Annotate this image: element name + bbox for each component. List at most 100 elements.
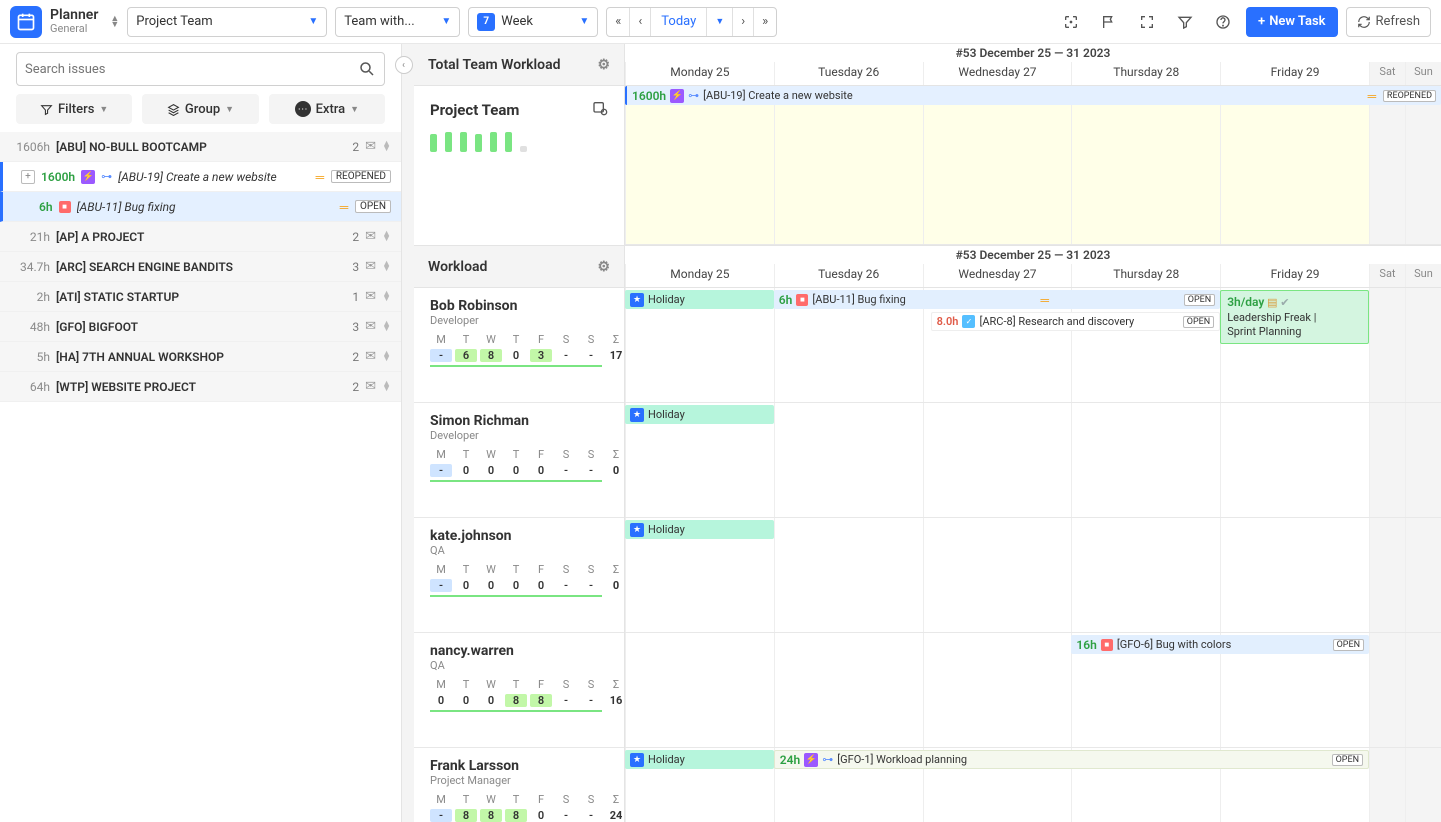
nav-today[interactable]: Today	[651, 8, 707, 36]
sort-icon[interactable]: ▲▼	[382, 262, 391, 272]
nav-fast-back[interactable]: «	[607, 8, 630, 36]
task-abu-11[interactable]: 6h ■ [ABU-11] Bug fixing ═ OPEN	[774, 290, 1220, 309]
task-abu-19[interactable]: 1600h ⚡ ⊶ [ABU-19] Create a new website …	[625, 86, 1441, 105]
holiday-bar[interactable]: ★ Holiday	[625, 405, 774, 424]
workload-bar	[520, 146, 527, 152]
project-count: 2	[352, 230, 359, 244]
filters-button[interactable]: Filters▼	[16, 94, 132, 124]
project-row[interactable]: 48h [GFO] BIGFOOT 3 ✉ ▲▼	[0, 312, 401, 342]
section-workload-header: Workload ⚙	[414, 246, 624, 288]
day-header: T	[455, 678, 477, 691]
day-header: T	[455, 793, 477, 806]
holiday-bar[interactable]: ★ Holiday	[625, 520, 774, 539]
day-value: -	[555, 349, 577, 362]
epic-icon: ⚡	[670, 89, 684, 103]
project-name: [ARC] SEARCH ENGINE BANDITS	[56, 260, 346, 274]
day-header: T	[455, 448, 477, 461]
focus-icon[interactable]	[1056, 7, 1086, 37]
day-header: M	[430, 563, 452, 576]
project-name: [ATI] STATIC STARTUP	[56, 290, 346, 304]
extra-button[interactable]: ⋯ Extra▼	[269, 94, 385, 124]
nav-fast-forward[interactable]: »	[754, 8, 776, 36]
task-gfo-1[interactable]: 24h ⚡ ⊶ [GFO-1] Workload planning OPEN	[774, 750, 1369, 769]
gear-icon[interactable]: ⚙	[597, 57, 610, 73]
day-value: -	[430, 464, 452, 477]
holiday-label: Holiday	[648, 408, 685, 421]
search-box[interactable]	[16, 52, 385, 86]
task-arc-8[interactable]: 8.0h ✓ [ARC-8] Research and discovery OP…	[931, 312, 1221, 331]
task-type-icon: ✓	[962, 315, 975, 328]
task-gfo-6[interactable]: 16h ■ [GFO-6] Bug with colors OPEN	[1071, 635, 1369, 654]
day-value: -	[430, 809, 452, 822]
gear-icon[interactable]: ⚙	[597, 259, 610, 275]
day-value: 0	[455, 694, 477, 707]
inbox-icon[interactable]: ✉	[365, 349, 376, 364]
day-value: 8	[505, 809, 527, 822]
day-value: 6	[455, 349, 477, 362]
workload-bar	[460, 132, 467, 152]
person-row: Bob Robinson Developer MTWTFSSΣ-6803--17	[414, 288, 624, 403]
workload-bar	[445, 132, 452, 152]
issue-row-selected[interactable]: 6h ■ [ABU-11] Bug fixing ═ OPEN	[0, 192, 401, 222]
sort-icon[interactable]: ▲▼	[382, 352, 391, 362]
fullscreen-icon[interactable]	[1132, 7, 1162, 37]
inbox-icon[interactable]: ✉	[365, 289, 376, 304]
calendar-settings-icon[interactable]	[592, 100, 608, 120]
refresh-button[interactable]: Refresh	[1346, 7, 1431, 37]
project-hours: 2h	[10, 290, 50, 304]
day-header: S	[555, 448, 577, 461]
filter-icon[interactable]	[1170, 7, 1200, 37]
sort-icon[interactable]: ▲▼	[382, 322, 391, 332]
inbox-icon[interactable]: ✉	[365, 259, 376, 274]
chevron-left-icon: ‹	[395, 56, 413, 74]
holiday-bar[interactable]: ★ Holiday	[625, 750, 774, 769]
sort-icon[interactable]: ▲▼	[382, 382, 391, 392]
flag-icon[interactable]	[1094, 7, 1124, 37]
project-row[interactable]: 34.7h [ARC] SEARCH ENGINE BANDITS 3 ✉ ▲▼	[0, 252, 401, 282]
project-row[interactable]: 1606h [ABU] NO-BULL BOOTCAMP 2 ✉ ▲▼	[0, 132, 401, 162]
day-header: W	[480, 563, 502, 576]
collapse-sidebar-button[interactable]: ‹	[402, 44, 414, 822]
holiday-bar[interactable]: ★ Holiday	[625, 290, 774, 309]
task-name: [GFO-6] Bug with colors	[1117, 638, 1231, 651]
nav-today-caret[interactable]: ▼	[707, 8, 733, 36]
new-task-button[interactable]: + New Task	[1246, 7, 1337, 37]
inbox-icon[interactable]: ✉	[365, 139, 376, 154]
help-icon[interactable]	[1208, 7, 1238, 37]
app-switcher-updown[interactable]: ▲▼	[110, 16, 119, 28]
search-input[interactable]	[25, 62, 358, 77]
inbox-icon[interactable]: ✉	[365, 229, 376, 244]
period-selector[interactable]: 7 Week ▼	[468, 7, 598, 37]
workload-bar	[475, 134, 482, 152]
day-header: Friday 29	[1220, 264, 1369, 287]
search-icon	[358, 60, 376, 78]
project-row[interactable]: 64h [WTP] WEBSITE PROJECT 2 ✉ ▲▼	[0, 372, 401, 402]
group-button[interactable]: Group▼	[142, 94, 258, 124]
team-selector-label: Project Team	[136, 14, 212, 29]
inbox-icon[interactable]: ✉	[365, 319, 376, 334]
project-hours: 5h	[10, 350, 50, 364]
sort-icon[interactable]: ▲▼	[382, 142, 391, 152]
task-sprint-planning[interactable]: 3h/day ▤ ✔ Leadership Freak | Sprint Pla…	[1220, 290, 1369, 344]
sort-icon[interactable]: ▲▼	[382, 232, 391, 242]
person-role: Developer	[430, 314, 608, 327]
inbox-icon[interactable]: ✉	[365, 379, 376, 394]
day-header: M	[430, 448, 452, 461]
day-value: 0	[455, 464, 477, 477]
sort-icon[interactable]: ▲▼	[382, 292, 391, 302]
day-value: 0	[505, 349, 527, 362]
issue-row[interactable]: + 1600h ⚡ ⊶ [ABU-19] Create a new websit…	[0, 162, 401, 192]
day-header: T	[455, 333, 477, 346]
status-badge: REOPENED	[331, 170, 391, 183]
project-row[interactable]: 5h [HA] 7TH ANNUAL WORKSHOP 2 ✉ ▲▼	[0, 342, 401, 372]
nav-back[interactable]: ‹	[630, 8, 651, 36]
day-value: 0	[430, 694, 452, 707]
refresh-label: Refresh	[1376, 14, 1420, 29]
team-selector[interactable]: Project Team ▼	[127, 7, 327, 37]
date-nav-group: « ‹ Today ▼ › »	[606, 7, 777, 37]
expand-icon[interactable]: +	[21, 170, 35, 184]
project-row[interactable]: 2h [ATI] STATIC STARTUP 1 ✉ ▲▼	[0, 282, 401, 312]
view-selector[interactable]: Team with... ▼	[335, 7, 460, 37]
project-row[interactable]: 21h [AP] A PROJECT 2 ✉ ▲▼	[0, 222, 401, 252]
nav-forward[interactable]: ›	[733, 8, 754, 36]
